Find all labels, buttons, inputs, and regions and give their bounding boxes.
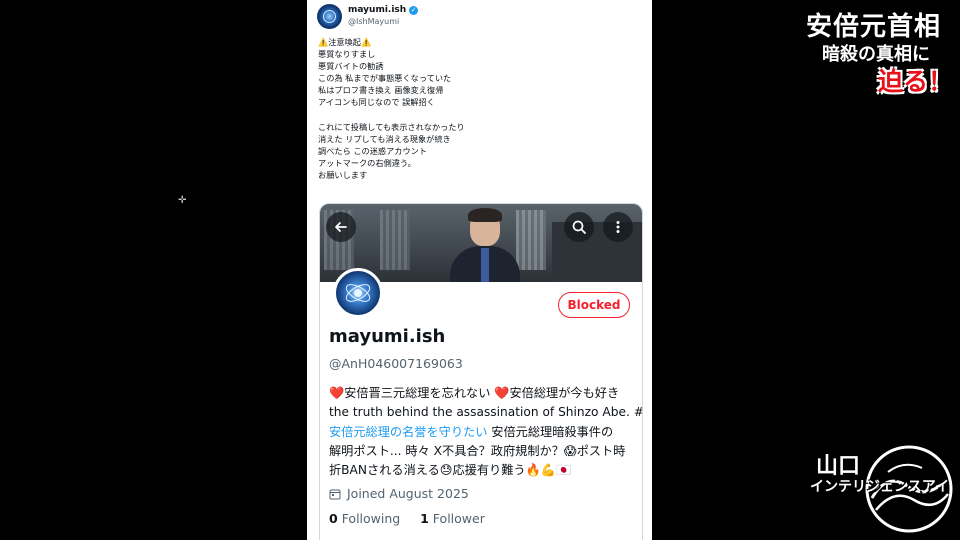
post-line: 悪質なりすまし	[318, 49, 376, 60]
followers-link[interactable]: 1 Follower	[420, 511, 485, 526]
banner-person-hair	[468, 208, 502, 222]
post-line: 消えた リプしても消える現象が続き	[318, 133, 451, 144]
post-line: これにて投稿しても表示されなかったり	[318, 121, 465, 132]
post-text: ⚠️注意喚起⚠️ 悪質なりすまし 悪質バイトの勧誘 この為 私までが事態悪くなっ…	[318, 36, 638, 181]
hashtag-link[interactable]: 安倍元総理の名誉を守りたい	[329, 425, 487, 439]
bio-line: 折BANされる消える😓応援有り難う🔥💪🇯🇵	[329, 463, 572, 478]
atom-globe-icon	[345, 284, 371, 302]
profile-bio: ❤️安倍晋三元総理を忘れない ❤️安倍総理が今も好き the truth beh…	[329, 384, 642, 480]
author-name-block: mayumi.ish ✓ @IshMayumi	[348, 5, 419, 27]
profile-handle: @AnH046007169063	[329, 356, 463, 371]
author-display-name-text: mayumi.ish	[348, 5, 407, 15]
blocked-button[interactable]: Blocked	[558, 292, 630, 318]
post-line: お願いします	[318, 169, 368, 180]
following-link[interactable]: 0 Following	[329, 511, 400, 526]
following-count: 0	[329, 511, 338, 526]
search-icon	[572, 220, 586, 234]
verified-badge-icon: ✓	[409, 6, 419, 15]
following-label: Following	[341, 511, 401, 526]
more-options-button[interactable]	[603, 212, 633, 242]
post-line: 私はプロフ書き換え 画像変え復帰	[318, 85, 444, 96]
post-line: この為 私までが事態悪くなっていた	[318, 73, 452, 84]
logo-text-2: インテリジェンスアイ	[810, 479, 950, 495]
bio-line: the truth behind the assassination of Sh…	[329, 403, 642, 422]
banner-person-photo	[450, 208, 520, 282]
title-line-1: 安倍元首相	[806, 12, 942, 42]
arrow-left-icon	[335, 222, 347, 232]
title-line-3: 迫る！	[878, 67, 954, 96]
bio-line: 解明ポスト... 時々 X不具合？政府規制か？😱ポスト時	[329, 443, 626, 458]
author-handle: @IshMayumi	[348, 17, 400, 26]
author-display-name[interactable]: mayumi.ish ✓	[348, 5, 419, 16]
follower-count: 1	[420, 511, 429, 526]
more-vertical-icon	[616, 221, 620, 233]
profile-avatar[interactable]	[333, 268, 383, 318]
phone-screenshot: mayumi.ish ✓ @IshMayumi ⚠️注意喚起⚠️ 悪質なりすまし…	[307, 0, 652, 540]
bio-line: ❤️安倍晋三元総理を忘れない ❤️安倍総理が今も好き	[329, 386, 620, 400]
bio-text: 安倍元総理暗殺事件の	[487, 424, 614, 439]
banner-window	[380, 210, 410, 270]
banner-window	[516, 210, 546, 270]
post-header: mayumi.ish ✓ @IshMayumi	[317, 3, 419, 29]
post-line: ⚠️注意喚起⚠️	[318, 37, 372, 47]
follow-counts: 0 Following 1 Follower	[329, 511, 485, 526]
channel-logo: 山口 インテリジェンスアイ	[806, 440, 956, 536]
bio-text: the truth behind the assassination of Sh…	[329, 405, 643, 420]
back-button[interactable]	[326, 212, 356, 242]
post-line: 悪質バイトの勧誘	[318, 61, 384, 72]
joined-text: Joined August 2025	[347, 486, 469, 501]
post-line: アットマークの右側違う。	[318, 157, 416, 168]
post-line: アイコンも同じなので 誤解招く	[318, 97, 435, 108]
joined-date: Joined August 2025	[329, 486, 469, 501]
post-line: 調べたら この迷惑アカウント	[318, 145, 428, 156]
search-button[interactable]	[564, 212, 594, 242]
embedded-profile-screenshot[interactable]: Blocked mayumi.ish @AnH046007169063 ❤️安倍…	[319, 203, 643, 540]
video-title-overlay: 安倍元首相 暗殺の真相に 迫る！	[806, 6, 956, 96]
follower-label: Follower	[432, 511, 485, 526]
author-avatar[interactable]	[317, 3, 342, 29]
banner-person-tie	[481, 248, 489, 282]
post-line-gap	[318, 109, 638, 121]
profile-name: mayumi.ish	[329, 326, 446, 347]
crosshair-cursor-icon: ✛	[178, 195, 187, 206]
calendar-icon	[329, 489, 341, 499]
bio-line: 安倍元総理の名誉を守りたい 安倍元総理暗殺事件の	[329, 423, 639, 442]
